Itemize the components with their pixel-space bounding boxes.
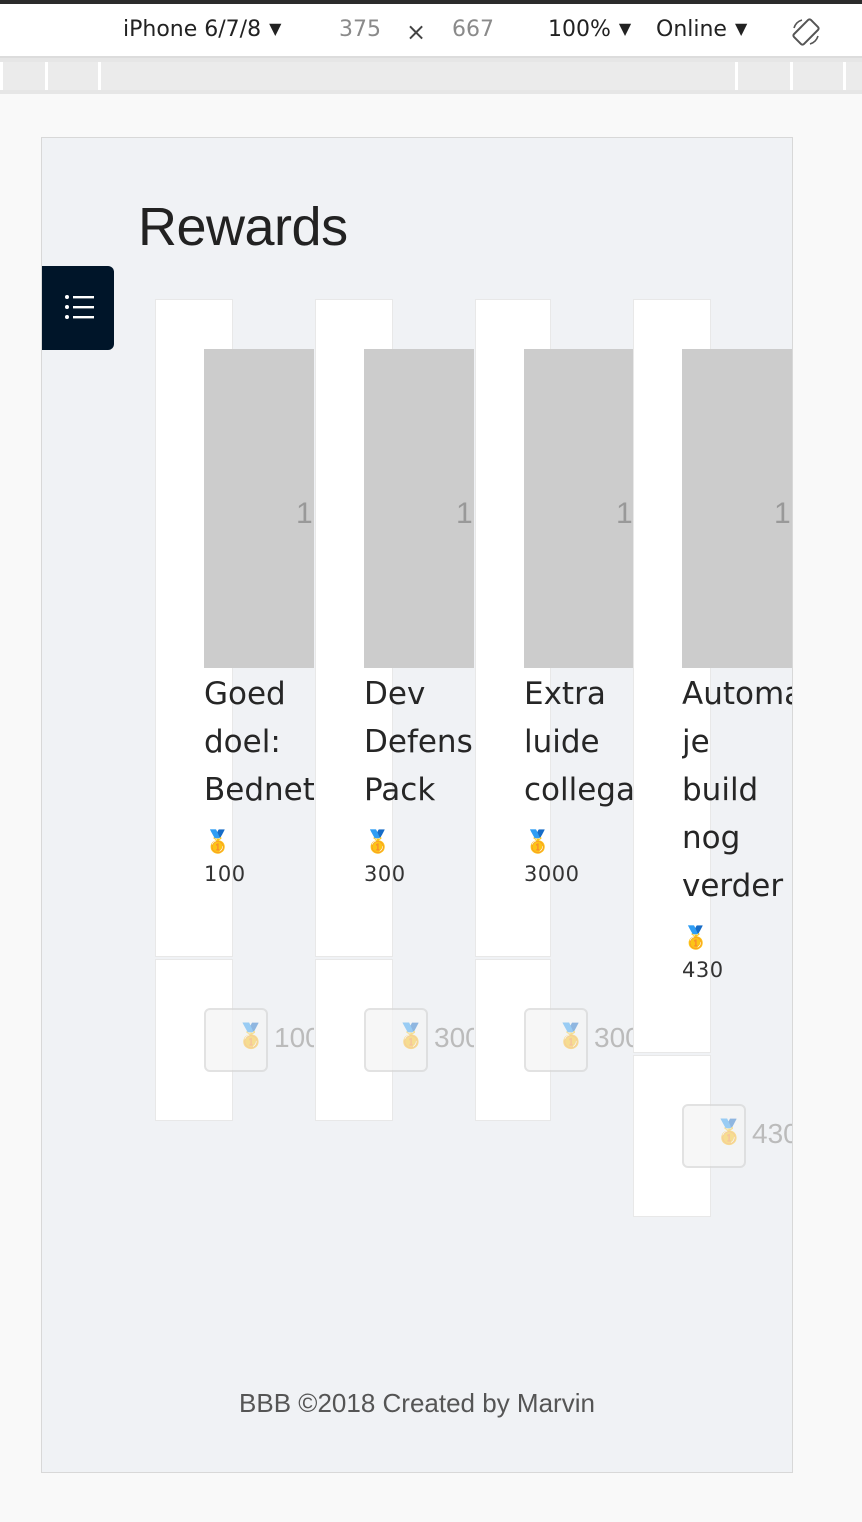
reward-card-actions: 🥇 3000 [475, 959, 634, 1121]
reward-points: 100 [204, 862, 246, 886]
reward-cover-image: 1 [204, 349, 314, 668]
reward-points: 300 [364, 862, 406, 886]
ruler-segment[interactable] [735, 62, 790, 90]
medal-icon: 🥇 [714, 1118, 744, 1146]
page-title: Rewards [138, 197, 348, 257]
zoom-select[interactable]: 100% ▼ [548, 16, 631, 45]
network-select[interactable]: Online ▼ [656, 16, 747, 45]
reward-cover-image: 1 [682, 349, 792, 668]
medal-icon: 🥇 [682, 926, 710, 951]
device-select[interactable]: iPhone 6/7/8 ▼ [123, 16, 281, 45]
dimension-separator: × [406, 18, 427, 46]
ruler-segment[interactable] [98, 62, 735, 90]
reward-title: Extra luide collega [524, 676, 634, 808]
buy-reward-button[interactable]: 🥇 [364, 1008, 428, 1072]
buy-amount: 100 [274, 1022, 314, 1053]
cover-placeholder-text: 1 [774, 497, 791, 530]
buy-reward-button[interactable]: 🥇 [524, 1008, 588, 1072]
reward-card-actions: 🥇 100 [155, 959, 314, 1121]
reward-card: 1 Dev Defense Pack 🥇 300 [315, 299, 474, 957]
cover-placeholder-text: 1 [616, 497, 633, 530]
medal-icon: 🥇 [364, 830, 392, 855]
ruler-segment[interactable] [0, 62, 45, 90]
medal-icon: 🥇 [396, 1022, 426, 1050]
buy-reward-button[interactable]: 🥇 [204, 1008, 268, 1072]
cover-placeholder-text: 1 [456, 497, 473, 530]
reward-title: Automatiseer je build nog verder [682, 676, 792, 904]
chevron-down-icon: ▼ [618, 19, 632, 38]
reward-title: Dev Defense Pack [364, 676, 474, 808]
ruler-segment[interactable] [790, 62, 843, 90]
reward-card: 1 Goed doel: Bednet 🥇 100 [155, 299, 314, 957]
device-toolbar: iPhone 6/7/8 ▼ 375 × 667 100% ▼ Online ▼ [0, 4, 862, 58]
medal-icon: 🥇 [524, 830, 552, 855]
medal-icon: 🥇 [204, 830, 232, 855]
reward-title: Goed doel: Bednet [204, 676, 314, 808]
buy-amount: 3000 [594, 1022, 634, 1053]
buy-reward-button[interactable]: 🥇 [682, 1104, 746, 1168]
reward-card: 1 Extra luide collega 🥇 3000 [475, 299, 634, 957]
ruler-segment[interactable] [45, 62, 98, 90]
ruler-segment[interactable] [843, 62, 862, 90]
network-select-label: Online [656, 17, 727, 42]
footer-text: BBB ©2018 Created by Marvin [239, 1388, 595, 1418]
reward-card: 1 Automatiseer je build nog verder 🥇 430 [633, 299, 792, 1053]
width-input[interactable]: 375 [339, 16, 381, 44]
reward-points: 3000 [524, 862, 580, 886]
cover-placeholder-text: 1 [296, 497, 313, 530]
device-select-label: iPhone 6/7/8 [123, 17, 262, 42]
buy-amount: 300 [434, 1022, 474, 1053]
reward-cover-image: 1 [524, 349, 634, 668]
rotate-icon[interactable] [790, 16, 822, 48]
reward-card-actions: 🥇 300 [315, 959, 474, 1121]
medal-icon: 🥇 [236, 1022, 266, 1050]
reward-card-actions: 🥇 430 [633, 1055, 792, 1217]
menu-unfold-icon [65, 295, 94, 319]
menu-toggle-button[interactable] [42, 266, 114, 350]
buy-amount: 430 [752, 1118, 792, 1149]
chevron-down-icon: ▼ [269, 19, 282, 38]
media-query-ruler [0, 58, 862, 94]
device-viewport: Rewards 1 Goed doel: Bednet 🥇 100 🥇 100 … [41, 137, 793, 1473]
height-input[interactable]: 667 [452, 16, 494, 44]
reward-points: 430 [682, 958, 724, 982]
reward-cover-image: 1 [364, 349, 474, 668]
zoom-select-label: 100% [548, 17, 611, 42]
medal-icon: 🥇 [556, 1022, 586, 1050]
chevron-down-icon: ▼ [734, 19, 748, 38]
